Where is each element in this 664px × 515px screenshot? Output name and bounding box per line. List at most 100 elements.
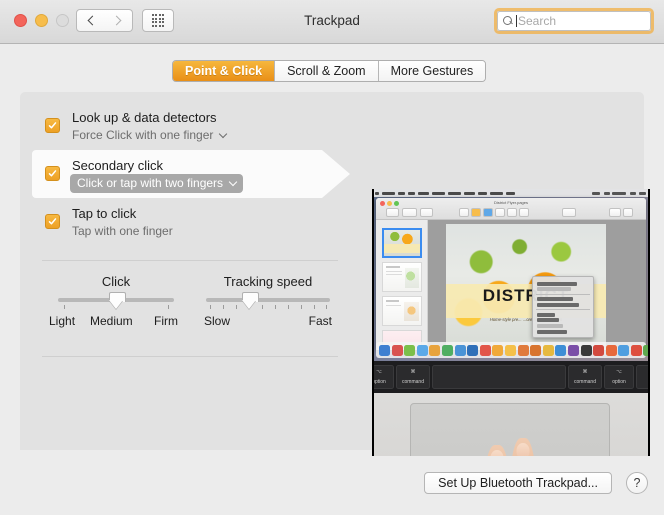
dock-icon[interactable] (441, 344, 453, 356)
thumbnail-page-2[interactable] (382, 262, 422, 292)
tab-more-gestures[interactable]: More Gestures (378, 61, 486, 81)
slider-tracking-speed-group: Tracking speed Slow Fast (204, 274, 332, 332)
checkmark-icon (48, 122, 57, 129)
macbook-keyboard: ⌥ option ⌘ command ⌘ command ⌥ option (372, 361, 650, 393)
context-menu-item[interactable] (537, 318, 559, 323)
context-menu-item (537, 323, 563, 328)
option-row-tap-to-click[interactable]: Tap to click Tap with one finger (32, 198, 350, 246)
context-menu[interactable] (532, 276, 594, 338)
chevron-down-icon (219, 129, 228, 138)
option-title-secondary-click: Secondary click (72, 158, 164, 173)
window-bottom-bar: Set Up Bluetooth Trackpad... ? (0, 456, 664, 515)
tab-bar: Point & Click Scroll & Zoom More Gesture… (172, 60, 487, 82)
checkmark-icon (48, 218, 57, 225)
option-subtitle-tap-to-click: Tap with one finger (72, 224, 173, 238)
key-option-left: ⌥ option (372, 365, 394, 389)
thumbnail-page-1[interactable] (382, 228, 422, 258)
popup-look-up[interactable]: Force Click with one finger (72, 128, 228, 142)
slider-knob-click[interactable] (108, 292, 126, 309)
search-focus-ring (494, 8, 654, 34)
context-menu-item (537, 287, 571, 292)
dock-icon[interactable] (504, 344, 516, 356)
trackpad-preferences-window: Trackpad Search Point & Click Scroll & Z… (0, 0, 664, 515)
slider-track-tracking-speed[interactable] (206, 298, 330, 302)
option-row-secondary-click[interactable]: Secondary click Click or tap with two fi… (32, 150, 350, 198)
key-label: command (402, 379, 424, 385)
key-label: option (612, 379, 626, 385)
thumbnail-page-3[interactable] (382, 296, 422, 326)
dock-icon[interactable] (605, 344, 617, 356)
tab-point-and-click[interactable]: Point & Click (173, 61, 276, 81)
search-field-wrapper[interactable]: Search (494, 8, 654, 34)
slider-label-firm: Firm (154, 314, 178, 328)
context-menu-separator (536, 309, 590, 311)
slider-endlabels-click: Light Medium Firm (49, 314, 178, 330)
option-row-look-up[interactable]: Look up & data detectors Force Click wit… (32, 102, 350, 150)
divider-bottom (42, 356, 338, 357)
slider-endlabels-tracking-speed: Slow Fast (204, 314, 332, 330)
slider-label-slow: Slow (204, 314, 231, 328)
dock-icon[interactable] (391, 344, 403, 356)
key-command-right: ⌘ command (568, 365, 602, 389)
slider-ticks-tracking-speed (206, 305, 330, 310)
checkbox-tap-to-click[interactable] (45, 214, 60, 229)
dock-icon[interactable] (416, 344, 428, 356)
help-button[interactable]: ? (626, 472, 648, 494)
context-menu-item[interactable] (537, 281, 577, 286)
popup-secondary-click[interactable]: Click or tap with two fingers (70, 174, 244, 193)
option-title-look-up: Look up & data detectors (72, 110, 217, 125)
checkbox-secondary-click[interactable] (45, 166, 60, 181)
checkmark-icon (48, 170, 57, 177)
dock-icon[interactable] (404, 344, 416, 356)
key-symbol: ⌘ (582, 369, 588, 375)
slider-click-group: Click Light Medium Firm (49, 274, 178, 332)
context-menu-separator (536, 293, 590, 295)
slider-knob-tracking-speed[interactable] (241, 292, 259, 309)
key-command-left: ⌘ command (396, 365, 430, 389)
context-menu-item[interactable] (537, 312, 555, 317)
dock-icon[interactable] (555, 344, 567, 356)
mac-menu-bar (372, 189, 650, 197)
dock-icon[interactable] (530, 344, 542, 356)
dock-icon[interactable] (542, 344, 554, 356)
context-menu-item[interactable] (537, 297, 573, 302)
chevron-down-icon (228, 177, 238, 186)
key-symbol: ⌥ (616, 369, 622, 375)
key-space (432, 365, 566, 389)
pages-page-thumbnails (376, 220, 428, 350)
option-title-tap-to-click: Tap to click (72, 206, 137, 221)
slider-label-tracking-speed: Tracking speed (223, 274, 313, 289)
video-screen-recording: District Flyer.pages DISTRICT Home-style… (372, 189, 650, 361)
dock-icon[interactable] (479, 344, 491, 356)
pages-document-title: District Flyer.pages (493, 200, 528, 205)
mac-dock (376, 342, 650, 358)
pages-document-page: DISTRICT Home-style pre... ...ore for yo… (446, 224, 606, 350)
context-menu-item[interactable] (537, 329, 567, 334)
dock-icon[interactable] (618, 344, 630, 356)
key-option-right: ⌥ option (604, 365, 634, 389)
dock-icon[interactable] (630, 344, 642, 356)
preferences-content-panel: Look up & data detectors Force Click wit… (20, 92, 650, 515)
set-up-bluetooth-trackpad-button[interactable]: Set Up Bluetooth Trackpad... (424, 472, 612, 494)
context-menu-item[interactable] (537, 302, 579, 307)
checkbox-look-up[interactable] (45, 118, 60, 133)
tab-scroll-and-zoom[interactable]: Scroll & Zoom (275, 61, 379, 81)
popup-value-look-up: Force Click with one finger (72, 128, 214, 142)
key-symbol: ⌘ (410, 369, 416, 375)
key-symbol: ⌥ (376, 369, 382, 375)
dock-icon[interactable] (517, 344, 529, 356)
dock-icon[interactable] (567, 344, 579, 356)
slider-label-fast: Fast (308, 314, 332, 328)
dock-icon[interactable] (467, 344, 479, 356)
window-titlebar: Trackpad Search (0, 0, 664, 44)
popup-value-secondary-click: Click or tap with two fingers (77, 176, 224, 190)
dock-icon[interactable] (429, 344, 441, 356)
pages-app-window: District Flyer.pages DISTRICT Home-style… (376, 198, 646, 350)
dock-icon[interactable] (379, 344, 390, 356)
dock-icon[interactable] (580, 344, 592, 356)
divider-top (42, 260, 338, 261)
dock-icon[interactable] (593, 344, 605, 356)
dock-icon[interactable] (492, 344, 504, 356)
key-label: option (372, 379, 386, 385)
dock-icon[interactable] (454, 344, 466, 356)
